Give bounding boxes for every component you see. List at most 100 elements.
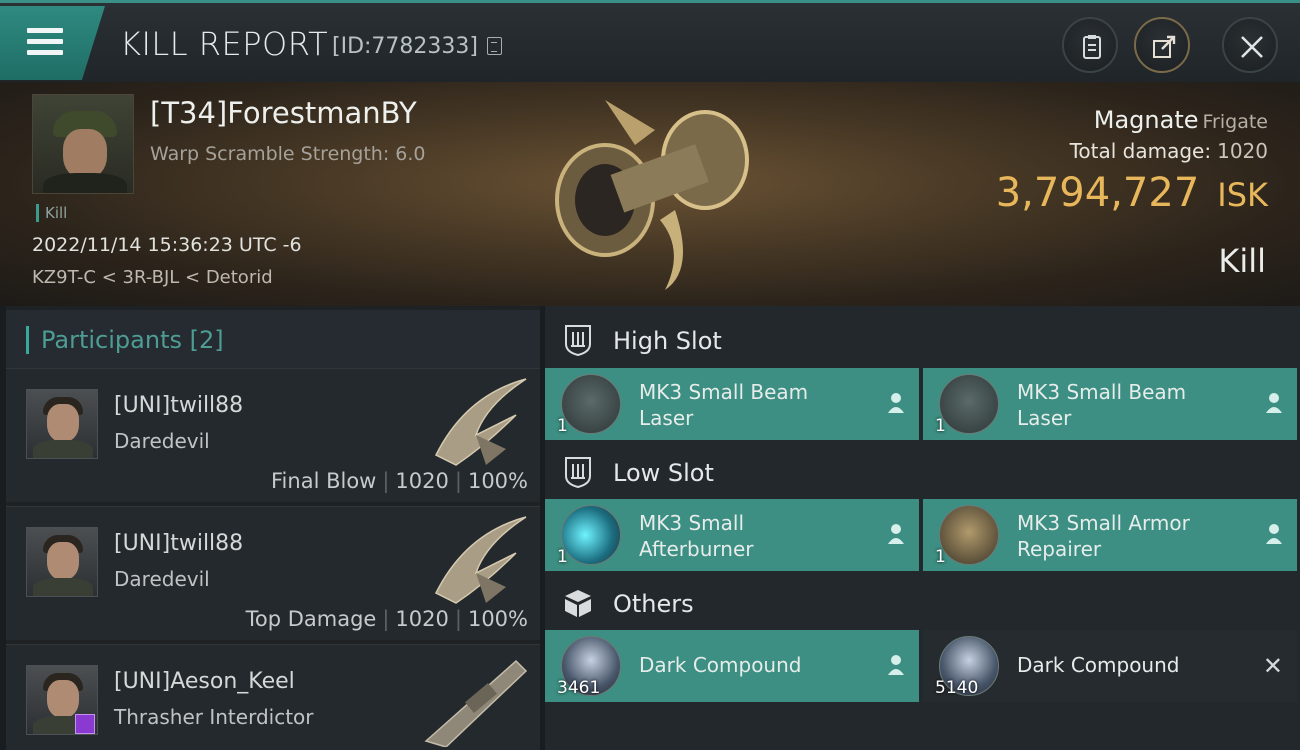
participant-damage: 1020 (395, 469, 449, 493)
participant-avatar[interactable] (26, 389, 98, 459)
item-quantity: 1 (557, 416, 568, 436)
item-name-line: Laser (1017, 406, 1072, 430)
clipboard-icon (1083, 35, 1101, 59)
victim-name[interactable]: [T34]ForestmanBY (150, 96, 417, 130)
victim-ship-image (555, 100, 749, 290)
person-icon[interactable] (887, 392, 905, 414)
item-quantity: 1 (557, 547, 568, 567)
participant-percent: 100% (467, 607, 528, 631)
item-name: Dark Compound (1017, 653, 1180, 677)
corp-badge-icon (75, 714, 95, 734)
participant-row[interactable]: [UNI]twill88 Daredevil Final Blow | 1020 | 1… (6, 368, 540, 502)
close-button[interactable] (1222, 17, 1278, 73)
item-name: MK3 Small Beam Laser (1017, 379, 1257, 431)
isk-value: 3,794,727 ISK (996, 170, 1268, 216)
others-label: Others (613, 590, 694, 618)
clipboard-button[interactable] (1062, 17, 1118, 73)
total-damage-value: 1020 (1217, 139, 1268, 163)
item-name-line: MK3 Small (639, 511, 744, 535)
participant-avatar[interactable] (26, 527, 98, 597)
participant-row[interactable]: [UNI]Aeson_Keel Thrasher Interdictor (6, 644, 540, 750)
participant-role: Final Blow (271, 469, 377, 493)
afterburner-icon (561, 505, 621, 565)
kill-datetime: 2022/11/14 15:36:23 UTC -6 (32, 234, 302, 256)
isk-unit: ISK (1217, 176, 1268, 214)
person-icon[interactable] (1265, 392, 1283, 414)
high-slot-icon (565, 325, 591, 356)
person-icon[interactable] (887, 523, 905, 545)
victim-ship-name[interactable]: Magnate (1094, 106, 1199, 134)
item-name: Dark Compound (639, 653, 802, 677)
share-button[interactable] (1134, 17, 1190, 73)
destroyed-x-icon: ✕ (1262, 652, 1283, 680)
participant-ship: Thrasher Interdictor (114, 705, 314, 729)
isk-amount: 3,794,727 (995, 170, 1200, 216)
participant-name: [UNI]twill88 (114, 531, 244, 556)
participant-name: [UNI]twill88 (114, 393, 244, 418)
item-quantity: 3461 (557, 678, 601, 698)
module-item[interactable]: 1 MK3 Small Afterburner (545, 499, 919, 571)
beam-laser-icon (939, 374, 999, 434)
kill-tag: Kill (36, 204, 67, 222)
participant-ship: Daredevil (114, 429, 210, 453)
report-id: [ID:7782333] (332, 34, 478, 59)
cargo-item[interactable]: 5140 Dark Compound ✕ (923, 630, 1297, 702)
high-slot-header: High Slot (545, 310, 1300, 368)
armor-repairer-icon (939, 505, 999, 565)
beam-laser-icon (561, 374, 621, 434)
low-slot-header: Low Slot (545, 442, 1300, 500)
participant-ship: Daredevil (114, 567, 210, 591)
module-item[interactable]: 1 MK3 Small Beam Laser (545, 368, 919, 440)
participant-ship-image (424, 659, 528, 747)
participant-ship-image (434, 516, 527, 604)
item-name: MK3 Small Armor Repairer (1017, 510, 1257, 562)
low-slot-icon (565, 457, 591, 488)
total-damage-label: Total damage: (1069, 139, 1212, 163)
participant-damage: 1020 (395, 607, 449, 631)
module-item[interactable]: 1 MK3 Small Armor Repairer (923, 499, 1297, 571)
kill-result: Kill (1218, 242, 1266, 280)
person-icon[interactable] (1265, 523, 1283, 545)
person-icon[interactable] (887, 654, 905, 676)
victim-ship-class: Frigate (1202, 111, 1268, 133)
victim-ship: Magnate Frigate (1094, 106, 1268, 134)
others-header: Others (545, 573, 1300, 631)
share-icon (1153, 35, 1176, 58)
copy-icon[interactable] (487, 37, 502, 55)
cargo-box-icon (565, 590, 591, 617)
module-item[interactable]: 1 MK3 Small Beam Laser (923, 368, 1297, 440)
participants-panel[interactable]: Participants [2] [UNI]twill88 Daredevil … (6, 306, 540, 750)
item-name-line: MK3 Small Armor (1017, 511, 1190, 535)
item-name-line: MK3 Small Beam (639, 380, 809, 404)
item-name: MK3 Small Afterburner (639, 510, 879, 562)
participant-role: Top Damage (245, 607, 377, 631)
item-name-line: Repairer (1017, 537, 1102, 561)
total-damage: Total damage: 1020 (1070, 139, 1268, 163)
item-quantity: 1 (935, 416, 946, 436)
participant-row[interactable]: [UNI]twill88 Daredevil Top Damage | 1020 | 1… (6, 506, 540, 640)
victim-avatar[interactable] (32, 94, 134, 194)
participant-name: [UNI]Aeson_Keel (114, 669, 295, 694)
item-quantity: 1 (935, 547, 946, 567)
participants-title: Participants [2] (26, 326, 224, 354)
victim-summary: [T34]ForestmanBY Warp Scramble Strength:… (0, 82, 1300, 306)
participants-header: Participants [2] (6, 310, 540, 368)
item-name: MK3 Small Beam Laser (639, 379, 879, 431)
item-name-line: Laser (639, 406, 694, 430)
cargo-item[interactable]: 3461 Dark Compound (545, 630, 919, 702)
participant-stats: Final Blow | 1020 | 100% (271, 469, 528, 493)
fitting-panel[interactable]: High Slot 1 MK3 Small Beam Laser 1 MK3 S… (545, 306, 1300, 750)
participant-percent: 100% (467, 469, 528, 493)
item-quantity: 5140 (935, 678, 979, 698)
item-name-line: Afterburner (639, 537, 754, 561)
close-icon (1241, 36, 1263, 58)
participant-stats: Top Damage | 1020 | 100% (245, 607, 528, 631)
participant-ship-image (434, 378, 527, 466)
high-slot-label: High Slot (613, 327, 722, 355)
menu-button[interactable] (0, 6, 105, 80)
participant-avatar[interactable] (26, 665, 98, 735)
warp-scramble-strength: Warp Scramble Strength: 6.0 (150, 143, 426, 165)
top-bar: KILL REPORT [ID:7782333] (0, 0, 1300, 82)
item-name-line: MK3 Small Beam (1017, 380, 1187, 404)
page-title: KILL REPORT (120, 25, 329, 63)
